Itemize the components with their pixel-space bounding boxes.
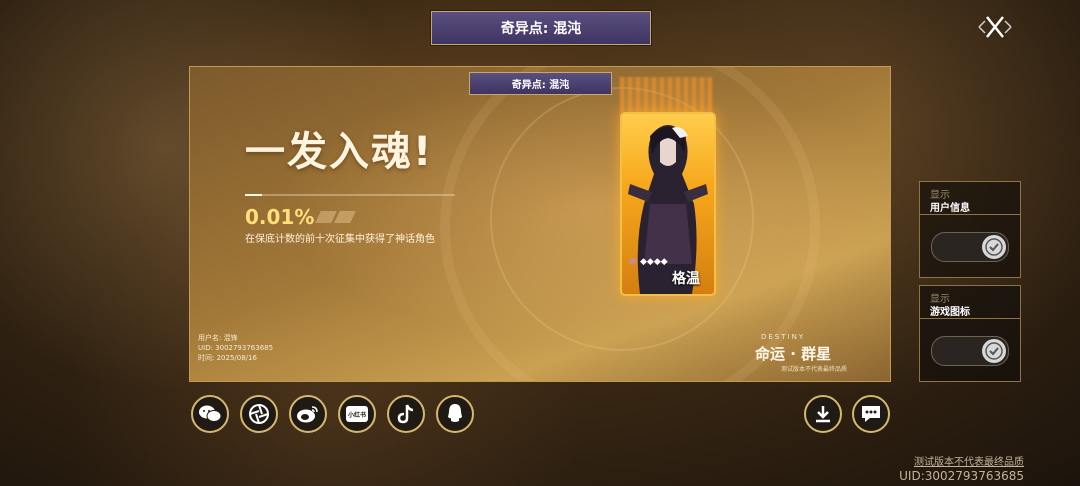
logo-note: 测试版本不代表最终品质 bbox=[781, 366, 848, 373]
share-bar: 小红书 bbox=[191, 395, 474, 433]
game-icon-toggle[interactable] bbox=[931, 336, 1009, 366]
character-rarity: ◆◆◆◆ bbox=[628, 257, 668, 267]
divider bbox=[920, 318, 1020, 319]
spiral-icon bbox=[629, 258, 637, 265]
wechat-icon bbox=[199, 405, 222, 422]
achievement-description: 在保底计数的前十次征集中获得了神话角色 bbox=[245, 234, 435, 245]
game-logo: DESTINY 命运 · 群星 测试版本不代表最终品质 bbox=[755, 333, 875, 377]
share-weibo-button[interactable] bbox=[289, 395, 327, 433]
panel-title: 游戏图标 bbox=[930, 307, 970, 318]
check-icon bbox=[982, 235, 1006, 259]
more-share-button[interactable] bbox=[852, 395, 890, 433]
toggle-panel-game-icon: 显示 游戏图标 bbox=[919, 285, 1021, 382]
progress-bar bbox=[245, 194, 455, 196]
xiaohongshu-icon: 小红书 bbox=[346, 406, 368, 422]
close-button[interactable] bbox=[975, 10, 1015, 44]
share-xiaohongshu-button[interactable]: 小红书 bbox=[338, 395, 376, 433]
weibo-icon bbox=[297, 406, 318, 423]
qq-icon bbox=[448, 404, 462, 422]
logo-main-text: 命运 · 群星 bbox=[755, 345, 832, 363]
xiaohongshu-label: 小红书 bbox=[347, 411, 366, 419]
logo-top-text: DESTINY bbox=[761, 333, 806, 341]
check-icon bbox=[982, 339, 1006, 363]
percent-decoration bbox=[315, 211, 356, 223]
download-icon bbox=[816, 406, 830, 423]
probability-value: 0.01% bbox=[245, 205, 315, 229]
username: 用户名: 混锋 bbox=[198, 334, 238, 342]
user-info: 用户名: 混锋 UID: 3002793763685 时间: 2025/08/1… bbox=[198, 333, 273, 363]
timestamp: 时间: 2025/08/16 bbox=[198, 354, 257, 362]
page-title: 奇异点: 混沌 bbox=[500, 21, 582, 37]
character-portrait bbox=[628, 125, 708, 294]
page-title-banner: 奇异点: 混沌 bbox=[431, 11, 651, 45]
test-version-note: 测试版本不代表最终品质 bbox=[914, 457, 1024, 468]
result-card: 奇异点: 混沌 一发入魂! 0.01% 在保底计数的前十次征集中获得了神话角色 … bbox=[189, 66, 891, 382]
share-wechat-button[interactable] bbox=[191, 395, 229, 433]
rarity-stars: ◆◆◆◆ bbox=[640, 257, 668, 267]
card-banner: 奇异点: 混沌 bbox=[469, 72, 612, 95]
footer-uid: UID:3002793763685 bbox=[899, 469, 1024, 483]
share-tiktok-button[interactable] bbox=[387, 395, 425, 433]
character-glow bbox=[620, 77, 712, 117]
card-banner-label: 奇异点: 混沌 bbox=[511, 80, 570, 91]
share-qq-button[interactable] bbox=[436, 395, 474, 433]
progress-fill bbox=[245, 194, 262, 196]
toggle-panel-user-info: 显示 用户信息 bbox=[919, 181, 1021, 278]
download-button[interactable] bbox=[804, 395, 842, 433]
character-name: 格温 bbox=[672, 271, 700, 287]
character-card: ◆◆◆◆ 格温 bbox=[620, 112, 716, 296]
more-icon bbox=[862, 406, 880, 422]
moments-icon bbox=[249, 404, 269, 424]
divider bbox=[920, 214, 1020, 215]
share-moments-button[interactable] bbox=[240, 395, 278, 433]
panel-title: 用户信息 bbox=[930, 203, 970, 214]
close-icon bbox=[978, 16, 1012, 38]
headline: 一发入魂! bbox=[245, 129, 434, 175]
user-info-toggle[interactable] bbox=[931, 232, 1009, 262]
uid: UID: 3002793763685 bbox=[198, 344, 274, 352]
tiktok-icon bbox=[397, 404, 414, 424]
